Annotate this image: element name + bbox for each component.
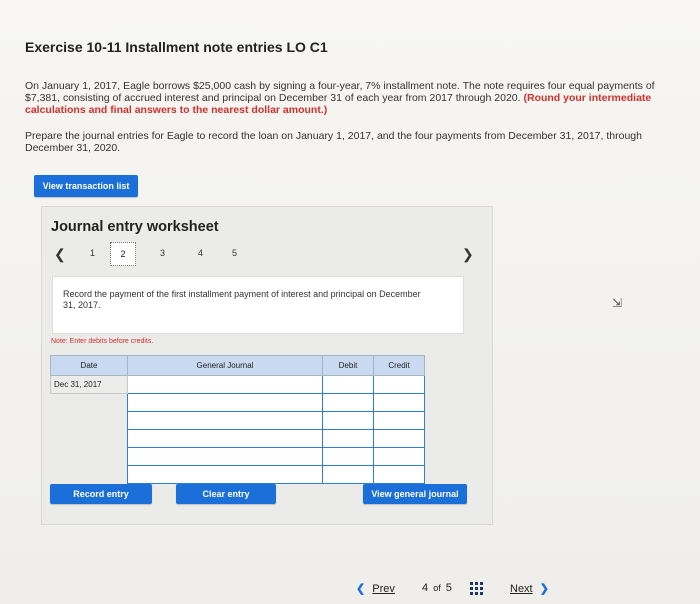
credit-input[interactable] bbox=[373, 447, 425, 466]
debit-input[interactable] bbox=[322, 429, 374, 448]
prev-label: Prev bbox=[372, 583, 395, 595]
table-row bbox=[50, 411, 425, 430]
credit-input[interactable] bbox=[373, 429, 425, 448]
task-text: Prepare the journal entries for Eagle to… bbox=[25, 130, 642, 154]
problem-text: On January 1, 2017, Eagle borrows $25,00… bbox=[25, 80, 675, 116]
date-cell-empty bbox=[50, 447, 128, 466]
date-cell-empty bbox=[50, 429, 128, 448]
worksheet-title: Journal entry worksheet bbox=[51, 219, 219, 235]
debit-input[interactable] bbox=[322, 465, 374, 484]
table-row bbox=[50, 465, 425, 484]
chevron-right-icon: ❯ bbox=[539, 583, 549, 595]
account-input[interactable] bbox=[127, 375, 323, 394]
table-row bbox=[50, 429, 425, 448]
worksheet-pager: ❮ 1 2 3 4 5 ❯ bbox=[52, 242, 482, 266]
pager-page-2-active[interactable]: 2 bbox=[110, 242, 136, 266]
credit-input[interactable] bbox=[373, 465, 425, 484]
view-transaction-list-button[interactable]: View transaction list bbox=[34, 175, 138, 197]
credit-input[interactable] bbox=[373, 411, 425, 430]
debit-input[interactable] bbox=[322, 375, 374, 394]
account-input[interactable] bbox=[127, 393, 323, 412]
debit-credit-note: Note: Enter debits before credits. bbox=[51, 338, 154, 345]
date-cell-empty bbox=[50, 465, 128, 484]
date-cell-empty bbox=[50, 393, 128, 412]
instruction-text: Record the payment of the first installm… bbox=[63, 289, 421, 310]
account-input[interactable] bbox=[127, 429, 323, 448]
pager-page-3[interactable]: 3 bbox=[160, 248, 165, 258]
table-row: Dec 31, 2017 bbox=[50, 375, 425, 394]
pager-page-1[interactable]: 1 bbox=[90, 248, 95, 258]
column-header-general-journal: General Journal bbox=[127, 355, 323, 376]
date-cell[interactable]: Dec 31, 2017 bbox=[50, 375, 128, 394]
debit-input[interactable] bbox=[322, 447, 374, 466]
table-row bbox=[50, 447, 425, 466]
next-link[interactable]: Next ❯ bbox=[510, 582, 549, 600]
total-questions: 5 bbox=[445, 582, 452, 594]
position-of-label: of bbox=[433, 583, 441, 593]
instruction-box: Record the payment of the first installm… bbox=[52, 276, 464, 334]
prev-link[interactable]: ❮ Prev bbox=[356, 582, 395, 600]
current-question-number: 4 bbox=[422, 582, 429, 594]
journal-entry-worksheet: Journal entry worksheet ❮ 1 2 3 4 5 ❯ Re… bbox=[41, 206, 493, 525]
date-cell-empty bbox=[50, 411, 128, 430]
pager-next-icon[interactable]: ❯ bbox=[462, 246, 474, 263]
debit-input[interactable] bbox=[322, 411, 374, 430]
chevron-left-icon: ❮ bbox=[356, 583, 366, 595]
pager-prev-icon[interactable]: ❮ bbox=[54, 246, 66, 263]
account-input[interactable] bbox=[127, 447, 323, 466]
column-header-date: Date bbox=[50, 355, 128, 376]
assignment-page: Exercise 10-11 Installment note entries … bbox=[0, 0, 700, 604]
question-grid-icon[interactable] bbox=[470, 582, 484, 596]
debit-input[interactable] bbox=[322, 393, 374, 412]
journal-entry-table: Date General Journal Debit Credit Dec 31… bbox=[50, 355, 425, 484]
next-label: Next bbox=[510, 583, 533, 595]
view-general-journal-button[interactable]: View general journal bbox=[363, 484, 467, 504]
account-input[interactable] bbox=[127, 411, 323, 430]
clear-entry-button[interactable]: Clear entry bbox=[176, 484, 276, 504]
column-header-credit: Credit bbox=[373, 355, 425, 376]
page-title: Exercise 10-11 Installment note entries … bbox=[25, 39, 328, 55]
pager-page-5[interactable]: 5 bbox=[232, 248, 237, 258]
record-entry-button[interactable]: Record entry bbox=[50, 484, 152, 504]
column-header-debit: Debit bbox=[322, 355, 374, 376]
pager-page-4[interactable]: 4 bbox=[198, 248, 203, 258]
credit-input[interactable] bbox=[373, 393, 425, 412]
question-position: 4 of 5 bbox=[422, 582, 452, 600]
mouse-cursor-icon: ⇲ bbox=[612, 296, 623, 310]
account-input[interactable] bbox=[127, 465, 323, 484]
table-row bbox=[50, 393, 425, 412]
credit-input[interactable] bbox=[373, 375, 425, 394]
